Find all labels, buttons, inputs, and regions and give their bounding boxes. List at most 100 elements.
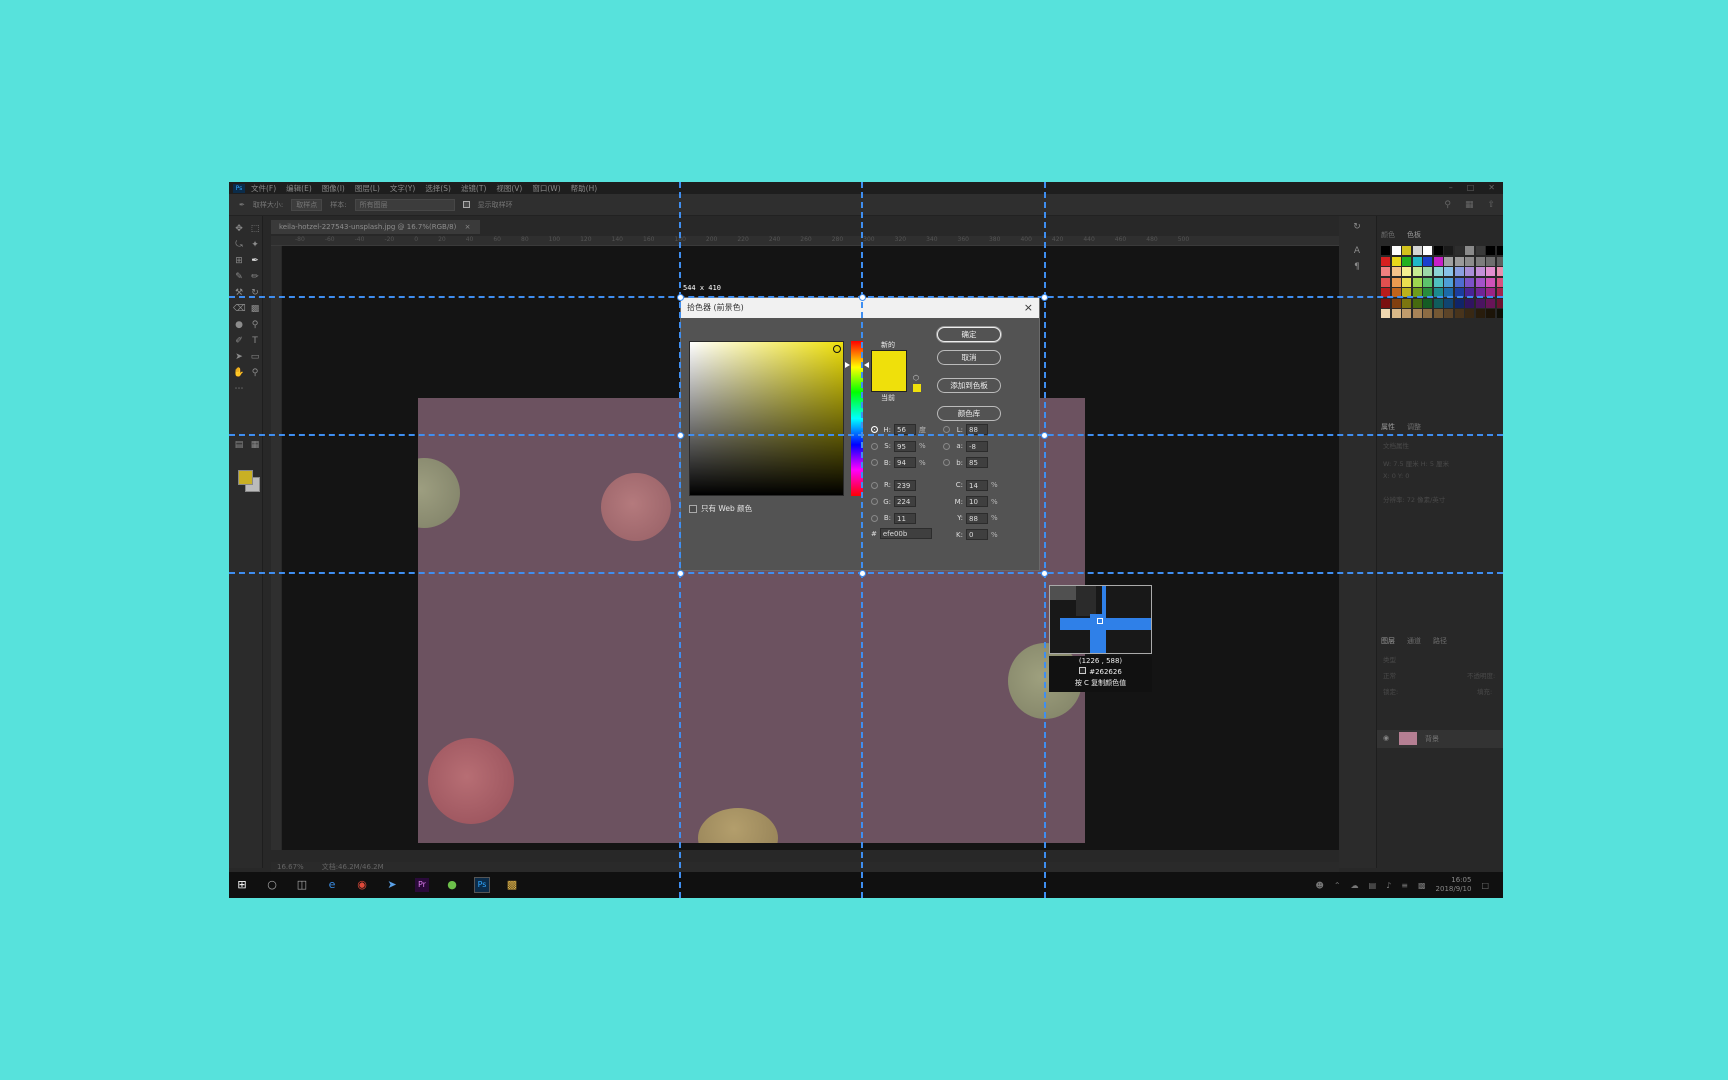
menu-item[interactable]: 图像(I): [322, 183, 345, 194]
gradient-tool-icon[interactable]: ▩: [249, 304, 261, 314]
foreground-color-swatch[interactable]: [238, 470, 253, 485]
brush-tool-icon[interactable]: ✏: [249, 272, 261, 282]
transform-handle[interactable]: [677, 432, 684, 439]
people-icon[interactable]: ☻: [1316, 881, 1324, 890]
color-field-input[interactable]: 224: [894, 496, 916, 507]
eyedropper-tool-icon[interactable]: ✒: [249, 256, 261, 266]
color-swatch[interactable]: [1391, 277, 1401, 287]
windows-start-icon[interactable]: ⊞: [235, 878, 249, 892]
visibility-eye-icon[interactable]: ◉: [1383, 734, 1389, 742]
color-swatch[interactable]: [1454, 298, 1464, 308]
app-icon[interactable]: ➤: [385, 878, 399, 892]
color-swatch[interactable]: [1423, 246, 1432, 255]
transform-handle[interactable]: [859, 294, 866, 301]
color-field-input[interactable]: 14: [966, 479, 988, 491]
color-swatch[interactable]: [1486, 267, 1495, 276]
transform-handle[interactable]: [1041, 570, 1048, 577]
character-panel-icon[interactable]: A: [1351, 246, 1363, 256]
maximize-icon[interactable]: □: [1467, 183, 1475, 192]
tab-paths[interactable]: 路径: [1433, 636, 1447, 646]
transform-handle[interactable]: [859, 570, 866, 577]
workspace-icon[interactable]: ▦: [1465, 200, 1474, 210]
color-swatch[interactable]: [1465, 267, 1474, 276]
hex-input[interactable]: efe00b: [879, 528, 932, 539]
network-icon[interactable]: ▤: [1369, 881, 1377, 890]
color-field-input[interactable]: 88: [966, 512, 988, 524]
layers-blend-mode[interactable]: 正常: [1383, 670, 1396, 680]
chrome-icon[interactable]: ◉: [355, 878, 369, 892]
hue-slider-left-arrow[interactable]: [845, 362, 850, 369]
web-safe-swatch[interactable]: [913, 384, 921, 392]
color-swatch[interactable]: [1433, 309, 1443, 318]
sample-select[interactable]: 所有图层: [354, 198, 455, 211]
layer-row[interactable]: ◉ 背景 ▣: [1377, 730, 1503, 748]
document-tab[interactable]: keila-hotzel-227543-unsplash.jpg @ 16.7%…: [271, 220, 481, 234]
color-swatch[interactable]: [1402, 298, 1411, 308]
sample-size-select[interactable]: 取样点: [291, 198, 323, 211]
color-swatch[interactable]: [1402, 309, 1411, 318]
color-mode-radio[interactable]: [943, 459, 950, 466]
zoom-level[interactable]: 16.67%: [277, 862, 304, 872]
share-icon[interactable]: ⇧: [1487, 200, 1495, 210]
guide-vertical[interactable]: [679, 182, 681, 898]
wechat-icon[interactable]: ●: [445, 878, 459, 892]
color-swatch[interactable]: [1402, 267, 1411, 276]
color-swatch[interactable]: [1381, 298, 1390, 308]
notification-icon[interactable]: □: [1481, 881, 1489, 890]
color-mode-radio[interactable]: [871, 459, 878, 466]
color-swatch[interactable]: [1381, 309, 1390, 318]
tab-color[interactable]: 颜色: [1381, 230, 1395, 240]
menu-item[interactable]: 视图(V): [496, 183, 522, 194]
color-swatch[interactable]: [1475, 309, 1485, 318]
tab-adjustments[interactable]: 调整: [1407, 422, 1421, 432]
color-swatch[interactable]: [1465, 309, 1474, 318]
eyedropper-icon[interactable]: ✒: [239, 201, 245, 209]
color-swatch[interactable]: [1412, 246, 1422, 255]
photoshop-taskbar-icon[interactable]: Ps: [474, 877, 490, 893]
guide-vertical[interactable]: [861, 182, 863, 898]
color-swatch[interactable]: [1475, 277, 1485, 287]
type-tool-icon[interactable]: T: [249, 336, 261, 346]
color-field-input[interactable]: -8: [966, 440, 988, 452]
transform-handle[interactable]: [677, 570, 684, 577]
web-safe-cube-icon[interactable]: ⬡: [913, 374, 919, 382]
show-ring-checkbox[interactable]: [462, 201, 470, 208]
color-swatch[interactable]: [1423, 267, 1432, 276]
color-swatch[interactable]: [1381, 267, 1390, 276]
color-swatch[interactable]: [1486, 309, 1495, 318]
color-mode-radio[interactable]: [943, 426, 950, 433]
web-only-option[interactable]: 只有 Web 颜色: [689, 503, 752, 514]
cancel-button[interactable]: 取消: [937, 350, 1001, 365]
color-swatch[interactable]: [1423, 277, 1432, 287]
color-field-input[interactable]: 95: [894, 440, 916, 452]
ime-icon[interactable]: ≡: [1401, 881, 1408, 890]
color-swatch[interactable]: [1402, 256, 1411, 266]
color-swatch[interactable]: [1496, 267, 1503, 276]
transform-handle[interactable]: [677, 294, 684, 301]
color-swatch[interactable]: [1381, 277, 1390, 287]
color-swatch[interactable]: [1496, 298, 1503, 308]
ok-button[interactable]: 确定: [937, 327, 1001, 342]
crop-tool-icon[interactable]: ⊞: [233, 256, 245, 266]
close-window-icon[interactable]: ✕: [1488, 183, 1495, 192]
color-swatch[interactable]: [1433, 256, 1443, 266]
menu-item[interactable]: 文字(Y): [390, 183, 415, 194]
quick-mask-icon[interactable]: ▤: [233, 440, 245, 450]
color-swatch[interactable]: [1465, 256, 1474, 266]
color-swatch[interactable]: [1465, 298, 1474, 308]
color-swatch[interactable]: [1433, 267, 1443, 276]
clock[interactable]: 16:05 2018/9/10: [1436, 876, 1472, 894]
menu-item[interactable]: 滤镜(T): [461, 183, 486, 194]
premiere-icon[interactable]: Pr: [415, 878, 429, 892]
color-mode-radio[interactable]: [871, 426, 878, 433]
color-swatch[interactable]: [1444, 298, 1453, 308]
color-swatch[interactable]: [1381, 256, 1390, 266]
color-field-input[interactable]: 0: [966, 529, 988, 540]
color-field-input[interactable]: 85: [966, 457, 988, 468]
history-panel-icon[interactable]: ↻: [1351, 222, 1363, 232]
hue-slider-right-arrow[interactable]: [864, 362, 869, 369]
color-swatch[interactable]: [1496, 256, 1503, 266]
color-swatch[interactable]: [1391, 256, 1401, 266]
menu-item[interactable]: 文件(F): [251, 183, 276, 194]
menu-item[interactable]: 窗口(W): [532, 183, 560, 194]
